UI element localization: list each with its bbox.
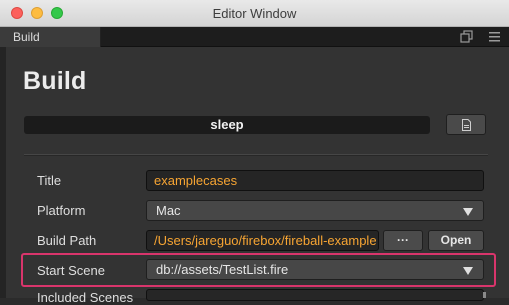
chevron-down-icon bbox=[463, 208, 473, 216]
title-label: Title bbox=[37, 173, 62, 188]
document-button[interactable] bbox=[446, 114, 486, 135]
status-bar: sleep bbox=[24, 116, 430, 134]
title-input[interactable]: examplecases bbox=[146, 170, 484, 191]
platform-value: Mac bbox=[156, 203, 181, 218]
window-title-bar: Editor Window bbox=[0, 0, 509, 27]
hamburger-menu-icon[interactable] bbox=[487, 29, 502, 44]
scrollbar[interactable] bbox=[483, 292, 486, 298]
divider-shadow bbox=[24, 155, 488, 156]
popout-icon[interactable] bbox=[459, 29, 474, 44]
included-scenes-list[interactable] bbox=[146, 289, 484, 301]
tab-bar: Build bbox=[0, 27, 509, 47]
build-path-input[interactable]: /Users/jareguo/firebox/fireball-example bbox=[146, 230, 379, 251]
browse-button[interactable]: ··· bbox=[383, 230, 423, 251]
window-title: Editor Window bbox=[212, 6, 297, 21]
start-scene-highlight bbox=[21, 253, 496, 287]
document-icon bbox=[462, 119, 471, 131]
tab-build[interactable]: Build bbox=[0, 27, 101, 47]
page-title: Build bbox=[23, 67, 87, 95]
platform-label: Platform bbox=[37, 203, 86, 218]
build-path-label: Build Path bbox=[37, 233, 97, 248]
open-button[interactable]: Open bbox=[428, 230, 484, 251]
platform-select[interactable]: Mac bbox=[146, 200, 484, 221]
